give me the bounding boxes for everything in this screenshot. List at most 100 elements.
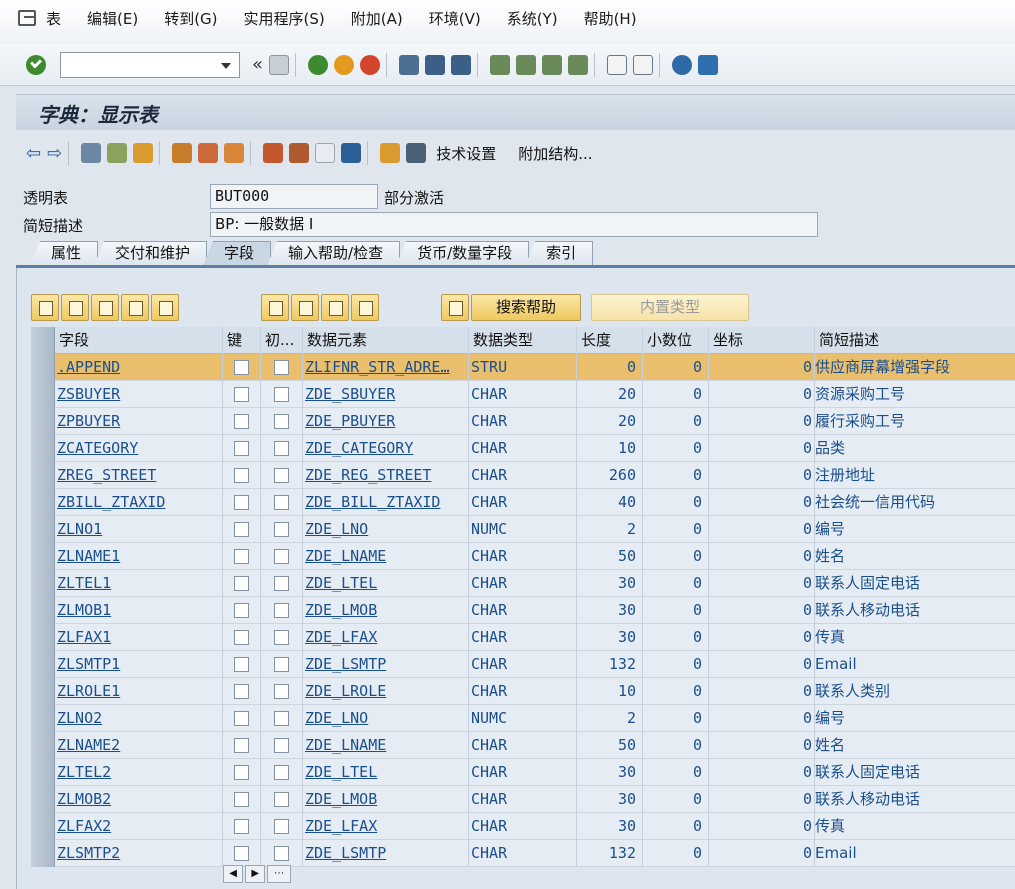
data-element-link[interactable]: ZDE_LNAME bbox=[303, 732, 469, 759]
scroll-left-icon[interactable]: ◀ bbox=[223, 865, 244, 883]
find-icon[interactable] bbox=[425, 54, 446, 75]
initial-checkbox[interactable] bbox=[274, 468, 289, 483]
key-checkbox[interactable] bbox=[234, 819, 249, 834]
key-checkbox[interactable] bbox=[234, 630, 249, 645]
initial-checkbox[interactable] bbox=[274, 414, 289, 429]
initial-checkbox[interactable] bbox=[274, 819, 289, 834]
activate-icon[interactable] bbox=[133, 143, 154, 163]
table-row[interactable]: ZLTEL2 ZDE_LTEL CHAR 30 0 0 联系人固定电话 bbox=[31, 759, 1015, 786]
table-row[interactable]: ZLNAME1 ZDE_LNAME CHAR 50 0 0 姓名 bbox=[31, 543, 1015, 570]
row-selector[interactable] bbox=[31, 624, 55, 651]
data-element-link[interactable]: ZDE_LMOB bbox=[303, 786, 469, 813]
structure-icon[interactable] bbox=[380, 143, 401, 163]
layout-icon[interactable] bbox=[698, 54, 719, 75]
data-element-link[interactable]: ZDE_CATEGORY bbox=[303, 435, 469, 462]
row-selector[interactable] bbox=[31, 651, 55, 678]
menu-table[interactable]: 表 bbox=[46, 8, 61, 29]
row-selector[interactable] bbox=[31, 705, 55, 732]
cut-icon[interactable] bbox=[31, 294, 59, 321]
field-name-link[interactable]: ZLMOB2 bbox=[55, 786, 223, 813]
technical-settings-button[interactable]: 技术设置 bbox=[436, 143, 496, 164]
save-icon[interactable] bbox=[269, 54, 290, 75]
forward-arrow-icon[interactable]: ⇨ bbox=[47, 143, 62, 164]
initial-checkbox[interactable] bbox=[274, 495, 289, 510]
tab-input-help[interactable]: 输入帮助/检查 bbox=[267, 241, 401, 266]
align-icon[interactable] bbox=[289, 143, 310, 163]
search-help-icon[interactable] bbox=[441, 294, 469, 321]
row-selector[interactable] bbox=[31, 759, 55, 786]
append-structure-button[interactable]: 附加结构... bbox=[518, 143, 592, 164]
data-element-link[interactable]: ZDE_LNAME bbox=[303, 543, 469, 570]
insert-row-icon[interactable] bbox=[121, 294, 149, 321]
table-row[interactable]: ZPBUYER ZDE_PBUYER CHAR 20 0 0 履行采购工号 bbox=[31, 408, 1015, 435]
field-name-link[interactable]: ZLTEL1 bbox=[55, 570, 223, 597]
row-selector[interactable] bbox=[31, 813, 55, 840]
key-checkbox[interactable] bbox=[234, 495, 249, 510]
last-page-icon[interactable] bbox=[568, 54, 589, 75]
field-name-link[interactable]: .APPEND bbox=[55, 354, 223, 381]
tab-currency-quantity[interactable]: 货币/数量字段 bbox=[396, 241, 530, 266]
initial-checkbox[interactable] bbox=[274, 657, 289, 672]
table-row[interactable]: ZBILL_ZTAXID ZDE_BILL_ZTAXID CHAR 40 0 0 社会统一信… bbox=[31, 489, 1015, 516]
col-data-type[interactable]: 数据类型 bbox=[469, 327, 577, 354]
data-element-link[interactable]: ZDE_SBUYER bbox=[303, 381, 469, 408]
row-selector[interactable] bbox=[31, 678, 55, 705]
table-row[interactable]: ZLMOB2 ZDE_LMOB CHAR 30 0 0 联系人移动电话 bbox=[31, 786, 1015, 813]
table-row[interactable]: ZLFAX1 ZDE_LFAX CHAR 30 0 0 传真 bbox=[31, 624, 1015, 651]
scroll-right-icon[interactable]: ▶ bbox=[245, 865, 266, 883]
data-element-link[interactable]: ZDE_LFAX bbox=[303, 624, 469, 651]
table-row[interactable]: ZLNO2 ZDE_LNO NUMC 2 0 0 编号 bbox=[31, 705, 1015, 732]
field-name-link[interactable]: ZPBUYER bbox=[55, 408, 223, 435]
short-description-field[interactable]: BP: 一般数据 I bbox=[210, 212, 818, 237]
previous-page-icon[interactable] bbox=[516, 54, 537, 75]
table-name-field[interactable]: BUT000 bbox=[210, 184, 378, 209]
paste-icon[interactable] bbox=[91, 294, 119, 321]
menu-extras[interactable]: 附加(A) bbox=[351, 8, 403, 29]
expand-icon[interactable] bbox=[321, 294, 349, 321]
field-name-link[interactable]: ZLSMTP1 bbox=[55, 651, 223, 678]
command-field[interactable] bbox=[60, 51, 240, 78]
cancel-icon[interactable] bbox=[360, 54, 381, 75]
row-selector[interactable] bbox=[31, 408, 55, 435]
menu-system[interactable]: 系统(Y) bbox=[507, 8, 558, 29]
key-checkbox[interactable] bbox=[234, 441, 249, 456]
initial-checkbox[interactable] bbox=[274, 576, 289, 591]
table-row[interactable]: ZLFAX2 ZDE_LFAX CHAR 30 0 0 传真 bbox=[31, 813, 1015, 840]
key-checkbox[interactable] bbox=[234, 522, 249, 537]
table-row[interactable]: ZLTEL1 ZDE_LTEL CHAR 30 0 0 联系人固定电话 bbox=[31, 570, 1015, 597]
row-selector[interactable] bbox=[31, 543, 55, 570]
display-change-icon[interactable] bbox=[81, 143, 102, 163]
col-short-description[interactable]: 简短描述 bbox=[815, 327, 1015, 354]
field-name-link[interactable]: ZLNAME2 bbox=[55, 732, 223, 759]
row-selector[interactable] bbox=[31, 354, 55, 381]
back-arrow-icon[interactable]: ⇦ bbox=[26, 143, 41, 164]
key-checkbox[interactable] bbox=[234, 360, 249, 375]
data-element-link[interactable]: ZDE_PBUYER bbox=[303, 408, 469, 435]
field-name-link[interactable]: ZLNO2 bbox=[55, 705, 223, 732]
field-name-link[interactable]: ZCATEGORY bbox=[55, 435, 223, 462]
col-initial[interactable]: 初... bbox=[261, 327, 303, 354]
data-element-link[interactable]: ZDE_LNO bbox=[303, 705, 469, 732]
data-element-link[interactable]: ZDE_LSMTP bbox=[303, 651, 469, 678]
initial-checkbox[interactable] bbox=[274, 603, 289, 618]
first-page-icon[interactable] bbox=[490, 54, 511, 75]
key-checkbox[interactable] bbox=[234, 387, 249, 402]
shortcut-icon[interactable] bbox=[633, 54, 654, 75]
menu-edit[interactable]: 编辑(E) bbox=[87, 8, 138, 29]
back-icon[interactable] bbox=[308, 54, 329, 75]
field-name-link[interactable]: ZLFAX1 bbox=[55, 624, 223, 651]
key-checkbox[interactable] bbox=[234, 684, 249, 699]
initial-checkbox[interactable] bbox=[274, 711, 289, 726]
key-checkbox[interactable] bbox=[234, 792, 249, 807]
tab-fields[interactable]: 字段 bbox=[203, 241, 272, 266]
search-help-button[interactable]: 搜索帮助 bbox=[471, 294, 581, 321]
data-element-link[interactable]: ZDE_LTEL bbox=[303, 570, 469, 597]
key-checkbox[interactable] bbox=[234, 414, 249, 429]
tab-indexes[interactable]: 索引 bbox=[525, 241, 594, 266]
initial-checkbox[interactable] bbox=[274, 792, 289, 807]
table-icon[interactable] bbox=[406, 143, 427, 163]
table-row[interactable]: ZLSMTP1 ZDE_LSMTP CHAR 132 0 0 Email bbox=[31, 651, 1015, 678]
navigation-icon[interactable] bbox=[224, 143, 245, 163]
initial-checkbox[interactable] bbox=[274, 765, 289, 780]
data-element-link[interactable]: ZDE_LSMTP bbox=[303, 840, 469, 867]
